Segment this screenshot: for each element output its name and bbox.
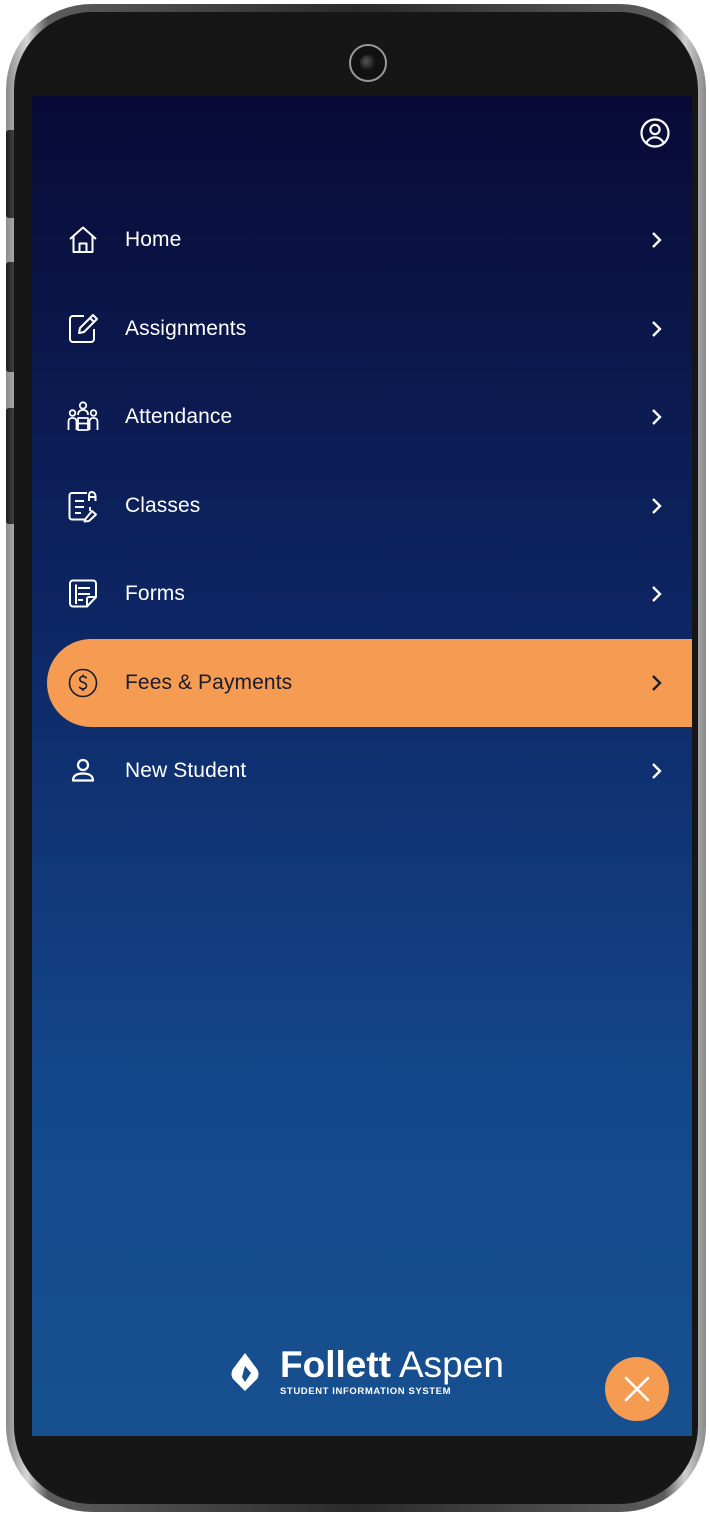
menu-item-classes[interactable]: Classes: [32, 462, 692, 551]
menu-item-label: Forms: [125, 582, 185, 606]
menu-item-attendance[interactable]: Attendance: [32, 373, 692, 462]
chevron-right-icon: [650, 584, 664, 604]
brand-name-light: Aspen: [398, 1344, 504, 1385]
menu-item-new-student[interactable]: New Student: [32, 727, 692, 816]
chevron-right-icon: [650, 496, 664, 516]
menu-item-home[interactable]: Home: [32, 196, 692, 285]
profile-button[interactable]: [638, 116, 672, 150]
front-camera: [349, 44, 387, 82]
class-document-icon: [66, 489, 100, 523]
close-menu-button[interactable]: [605, 1357, 669, 1421]
menu-item-label: Assignments: [125, 316, 247, 340]
menu-item-fees-payments[interactable]: Fees & Payments: [47, 638, 692, 727]
form-list-icon: [66, 577, 100, 611]
menu-item-label: New Student: [125, 759, 247, 783]
chevron-right-icon: [650, 319, 664, 339]
people-group-icon: [66, 400, 100, 434]
brand-text: Follett Aspen STUDENT INFORMATION SYSTEM: [280, 1344, 504, 1397]
menu-item-label: Classes: [125, 493, 201, 517]
brand-logo: Follett Aspen STUDENT INFORMATION SYSTEM: [230, 1342, 504, 1402]
menu-item-forms[interactable]: Forms: [32, 550, 692, 639]
menu-item-assignments[interactable]: Assignments: [32, 285, 692, 374]
chevron-right-icon: [650, 230, 664, 250]
dollar-circle-icon: [66, 666, 100, 700]
home-icon: [66, 223, 100, 257]
chevron-right-icon: [650, 673, 664, 693]
brand-tagline: STUDENT INFORMATION SYSTEM: [280, 1386, 452, 1397]
brand-name-bold: Follett: [280, 1344, 391, 1385]
chevron-right-icon: [650, 407, 664, 427]
menu-item-label: Fees & Payments: [125, 670, 293, 694]
menu-item-label: Attendance: [125, 405, 233, 429]
brand-name: Follett Aspen: [280, 1344, 504, 1385]
chevron-right-icon: [650, 761, 664, 781]
menu-item-label: Home: [125, 228, 182, 252]
follett-logo-icon: [231, 1353, 259, 1391]
person-icon: [66, 754, 100, 788]
app-screen: Home Assignments Attendance Classes Form…: [32, 96, 692, 1436]
edit-note-icon: [66, 312, 100, 346]
nav-menu: Home Assignments Attendance Classes Form…: [32, 196, 692, 816]
close-icon: [624, 1376, 650, 1402]
user-circle-icon: [640, 118, 670, 148]
